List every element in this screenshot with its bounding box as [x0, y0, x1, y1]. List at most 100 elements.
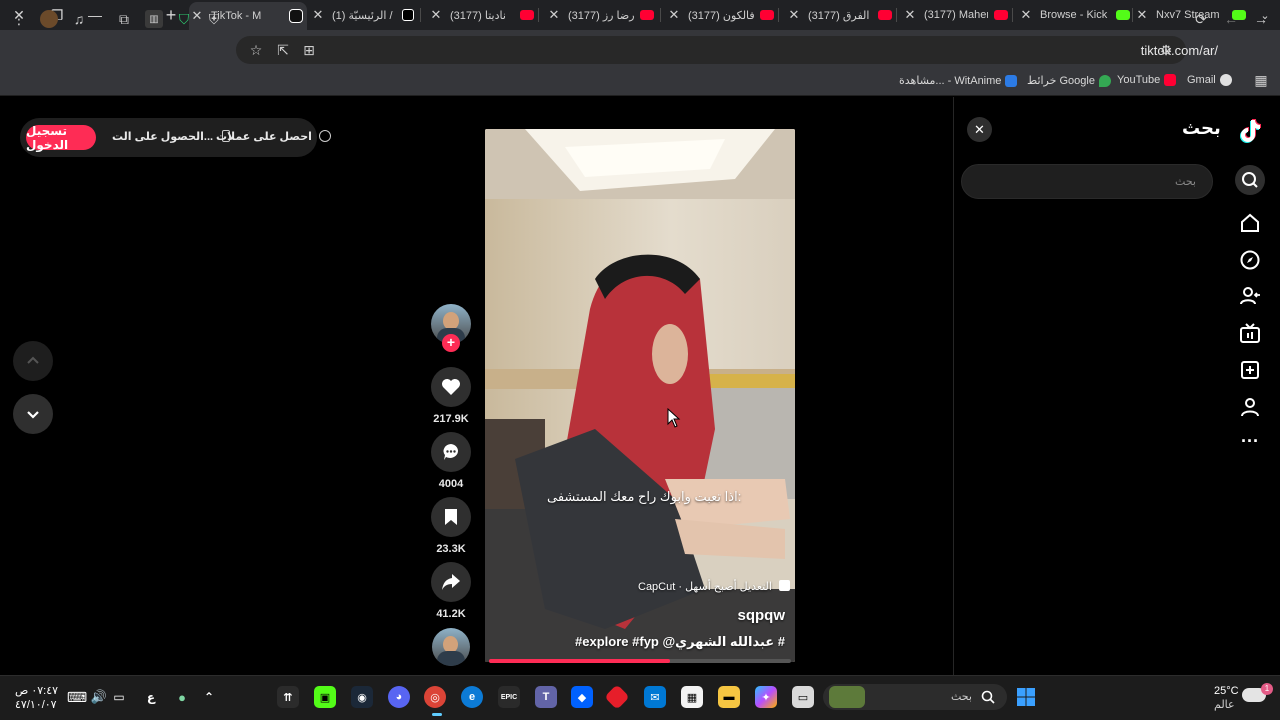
video-player[interactable]: اذا تعبت وابوك راح معك المستشفى: CapCut … — [485, 129, 795, 662]
more-nav-button[interactable]: ··· — [1238, 429, 1262, 453]
tab-youtube-1[interactable]: ✕ (3177) ناديتا — [428, 3, 536, 27]
tab-youtube-2[interactable]: ✕ (3177) رضا رز — [546, 3, 656, 27]
get-app-link[interactable]: الحصول على الت... — [112, 130, 231, 143]
taskbar-epic-icon[interactable]: EPIC — [498, 686, 520, 708]
capcut-badge[interactable]: CapCut · التعديل أصبح أسهل — [638, 580, 790, 593]
next-video-button[interactable] — [13, 394, 53, 434]
chevron-down-icon — [27, 411, 39, 419]
back-icon[interactable]: → — [1252, 10, 1270, 28]
youtube-favicon-icon — [760, 10, 774, 20]
translate-icon[interactable]: ⊞ — [300, 41, 318, 59]
all-bookmarks-icon[interactable]: ▦ — [1252, 71, 1270, 89]
live-nav-button[interactable] — [1238, 321, 1262, 345]
taskbar-discord-icon[interactable]: ◕ — [388, 686, 410, 708]
taskbar-chrome-icon[interactable]: ◎ — [424, 686, 446, 708]
tab-label: (1) الرئيسيّة / — [332, 9, 393, 22]
tiktok-logo-icon[interactable] — [1238, 119, 1262, 143]
bookmark-youtube[interactable]: YouTube — [1117, 74, 1177, 86]
bookmark-gmail[interactable]: Gmail — [1187, 74, 1232, 86]
taskbar-explorer-icon[interactable]: ▬ — [718, 686, 740, 708]
language-indicator[interactable]: ع — [140, 686, 162, 708]
close-tab-icon[interactable]: ✕ — [546, 7, 562, 23]
clock[interactable]: ٠٧:٤٧ ص ٤٧/١٠/٠٧ — [15, 684, 58, 712]
microphone-icon[interactable]: ● — [171, 686, 193, 708]
start-button[interactable] — [1015, 686, 1037, 708]
heart-icon — [442, 379, 460, 395]
bookmark-star-icon[interactable]: ☆ — [247, 41, 265, 59]
taskbar-kick-icon[interactable]: ▣ — [314, 686, 336, 708]
address-bar[interactable] — [236, 36, 1186, 64]
follow-plus-button[interactable]: + — [442, 334, 460, 352]
site-settings-icon[interactable]: ⚙ — [1157, 41, 1175, 59]
show-hidden-icons-icon[interactable]: ⌃ — [198, 686, 220, 708]
close-tab-icon[interactable]: ✕ — [310, 7, 326, 23]
close-tab-icon[interactable]: ✕ — [786, 7, 802, 23]
profile-nav-button[interactable] — [1238, 395, 1262, 419]
tab-youtube-3[interactable]: ✕ (3177) فالكون — [666, 3, 776, 27]
comment-button[interactable] — [431, 432, 471, 472]
youtube-favicon-icon — [878, 10, 892, 20]
extensions-icon[interactable]: ⧉ — [115, 10, 133, 28]
globe-icon — [1219, 74, 1232, 86]
close-tab-icon[interactable]: ✕ — [902, 7, 918, 23]
forward-icon[interactable]: ← — [1222, 10, 1240, 28]
upload-nav-button[interactable] — [1238, 358, 1262, 382]
privacy-extension-icon[interactable]: ⛨ — [205, 10, 223, 28]
taskbar-outlook-icon[interactable]: ✉ — [644, 686, 666, 708]
tab-x[interactable]: ✕ (1) الرئيسيّة / — [310, 3, 418, 27]
live-tv-icon — [1240, 323, 1260, 343]
taskbar-steam-icon[interactable]: ◉ — [351, 686, 373, 708]
author-name[interactable]: sqpqw — [738, 607, 786, 624]
input-switch-icon[interactable]: ⌨ — [66, 686, 88, 708]
weather-desc: عالم — [1214, 699, 1235, 711]
explore-nav-button[interactable] — [1238, 248, 1262, 272]
save-button[interactable] — [431, 497, 471, 537]
profile-avatar-icon[interactable] — [40, 10, 58, 28]
video-progress-track[interactable] — [489, 659, 791, 663]
close-tab-icon[interactable]: ✕ — [428, 7, 444, 23]
kick-favicon-icon — [1116, 10, 1130, 20]
following-nav-button[interactable] — [1238, 284, 1262, 308]
taskbar-copilot-icon[interactable]: ✦ — [755, 686, 777, 708]
volume-icon[interactable]: 🔊 — [88, 686, 110, 708]
taskbar-teams-icon[interactable]: T — [535, 686, 557, 708]
get-coins-link[interactable]: احصل على عملات — [216, 130, 331, 143]
url-text: tiktok.com/ar/ — [1140, 43, 1218, 58]
close-tab-icon[interactable]: ✕ — [1018, 7, 1034, 23]
install-app-icon[interactable]: ⇱ — [274, 41, 292, 59]
close-tab-icon[interactable]: ✕ — [1134, 7, 1150, 23]
share-count: 41.2K — [436, 608, 466, 620]
search-input[interactable]: بحث — [961, 164, 1213, 199]
tab-youtube-5[interactable]: ✕ (3177) Maher — [902, 3, 1010, 27]
login-button[interactable]: تسجيل الدخول — [26, 124, 96, 152]
media-control-icon[interactable]: ♫ — [70, 10, 88, 28]
taskbar-edge-icon[interactable]: e — [461, 686, 483, 708]
home-nav-button[interactable] — [1238, 211, 1262, 235]
share-button[interactable] — [431, 562, 471, 602]
tab-kick[interactable]: ✕ Browse - Kick — [1018, 3, 1130, 27]
weather-widget[interactable]: 25°C عالم — [1214, 684, 1239, 712]
taskbar-app-icon[interactable]: ⇈ — [277, 686, 299, 708]
like-button[interactable] — [431, 367, 471, 407]
search-panel-title: بحث — [1182, 118, 1221, 138]
taskbar-store-icon[interactable]: ▦ — [681, 686, 703, 708]
reload-icon[interactable]: ⟳ — [1192, 10, 1210, 28]
music-disc-avatar[interactable] — [432, 628, 470, 666]
close-search-button[interactable]: ✕ — [967, 117, 992, 142]
youtube-favicon-icon — [640, 10, 654, 20]
close-tab-icon[interactable]: ✕ — [666, 7, 682, 23]
tab-youtube-4[interactable]: ✕ (3177) الفرق — [786, 3, 894, 27]
menu-kebab-icon[interactable]: ⋮ — [10, 10, 28, 28]
bookmark-label: Gmail — [1187, 74, 1216, 86]
search-placeholder: بحث — [1175, 176, 1196, 188]
network-icon[interactable]: ▭ — [108, 686, 130, 708]
shield-extension-icon[interactable]: ⛉ — [175, 10, 193, 28]
taskbar-dropbox-icon[interactable]: ◆ — [571, 686, 593, 708]
bookmark-witanime[interactable]: مشاهدة... - WitAnime — [899, 74, 1018, 87]
previous-video-button[interactable] — [13, 341, 53, 381]
bookmark-maps[interactable]: خرائط Google — [1027, 74, 1111, 87]
search-nav-button[interactable] — [1235, 165, 1265, 195]
extension-icon[interactable]: ▥ — [145, 10, 163, 28]
taskbar-search-box[interactable]: بحث — [823, 684, 1007, 710]
taskbar-task-view-icon[interactable]: ▭ — [792, 686, 814, 708]
